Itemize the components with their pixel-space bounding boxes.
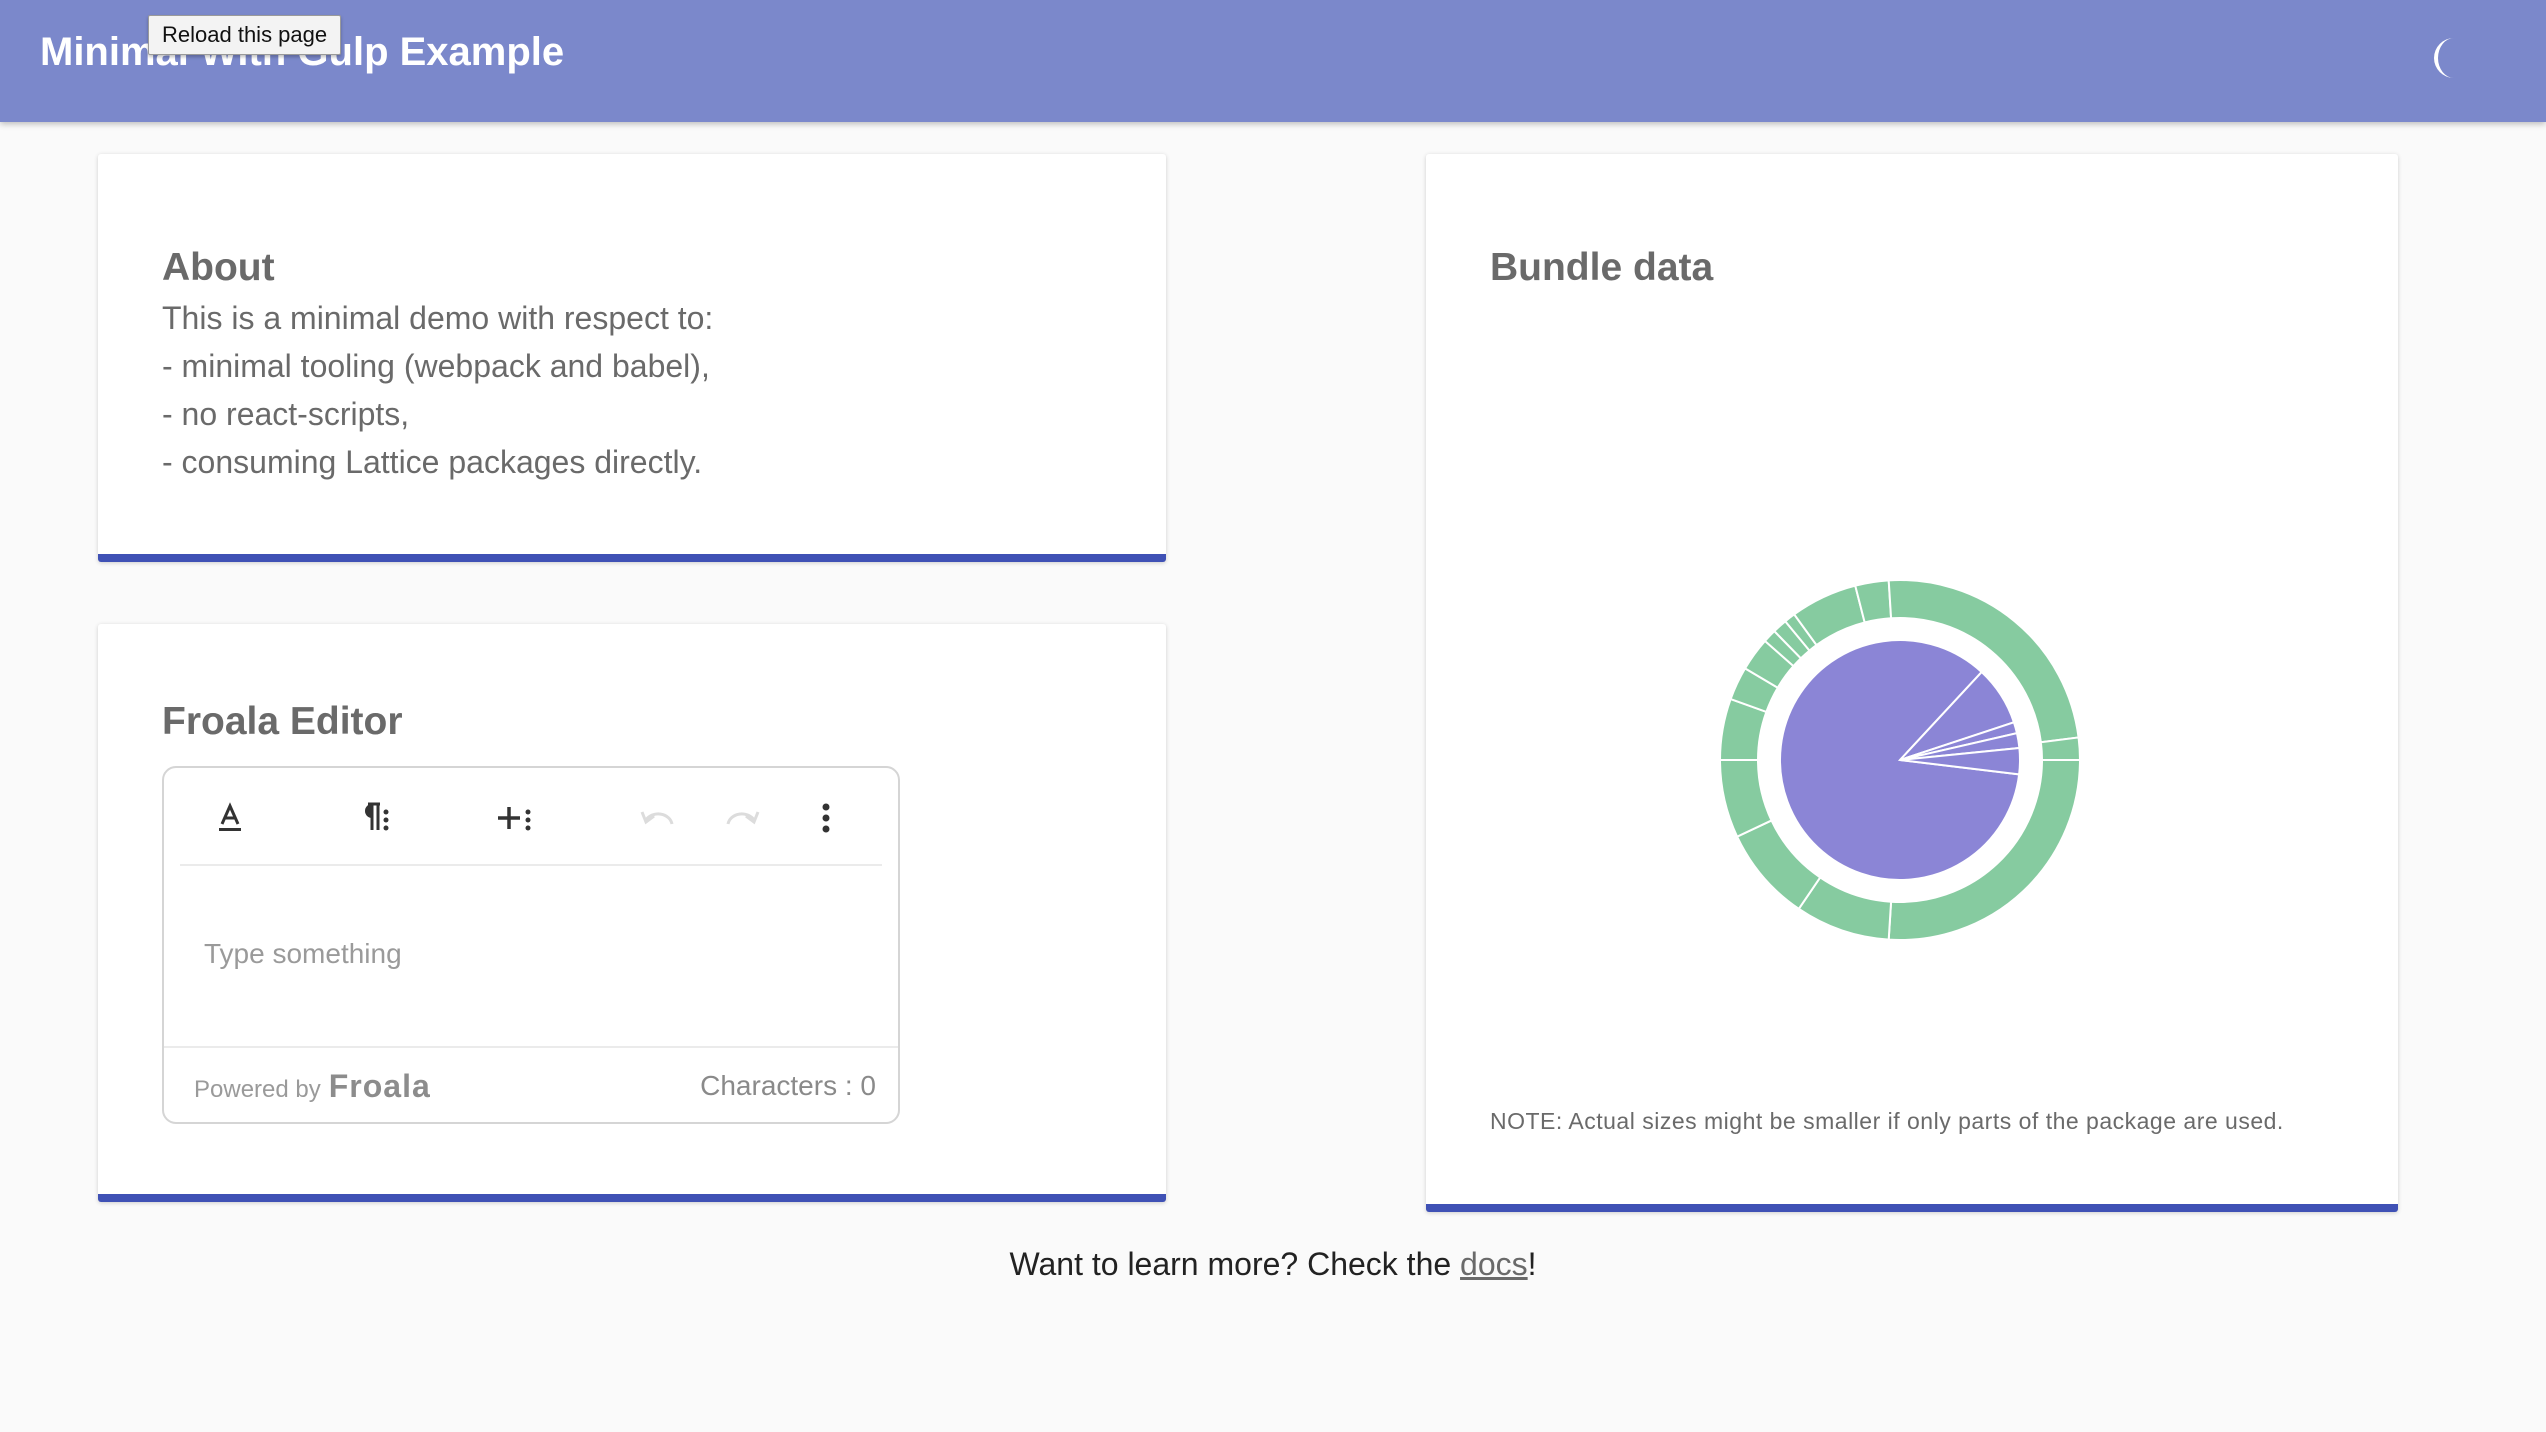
crescent-moon-icon bbox=[2434, 38, 2454, 78]
paragraph-format-button[interactable] bbox=[344, 790, 400, 846]
bundle-card: Bundle data NOTE: Actual sizes might be … bbox=[1426, 154, 2398, 1212]
powered-by-label: Powered by bbox=[194, 1076, 321, 1103]
footer-divider bbox=[164, 1046, 898, 1048]
about-line: - no react-scripts, bbox=[162, 396, 410, 432]
text-color-icon bbox=[219, 802, 241, 831]
about-title: About bbox=[162, 246, 275, 289]
footer-suffix: ! bbox=[1527, 1246, 1537, 1282]
footer-text: Want to learn more? Check the bbox=[1009, 1246, 1461, 1282]
insert-more-icon bbox=[498, 807, 531, 831]
undo-button[interactable] bbox=[630, 790, 686, 846]
more-options-icon bbox=[822, 803, 830, 833]
froala-editor: Type something Powered by Froala Charact… bbox=[162, 766, 900, 1124]
bundle-sunburst-chart[interactable] bbox=[1426, 214, 2398, 1114]
character-count: Characters : 0 bbox=[700, 1070, 876, 1101]
docs-link[interactable]: docs bbox=[1460, 1246, 1528, 1282]
outer-ring-segment[interactable] bbox=[2039, 736, 2082, 761]
outer-ring-segment[interactable] bbox=[1718, 759, 1773, 838]
about-line: This is a minimal demo with respect to: bbox=[162, 300, 714, 336]
insert-more-button[interactable] bbox=[486, 790, 542, 846]
bundle-note: NOTE: Actual sizes might be smaller if o… bbox=[1490, 1108, 2284, 1134]
reload-tooltip: Reload this page bbox=[148, 15, 342, 55]
editor-placeholder: Type something bbox=[204, 938, 402, 969]
text-color-button[interactable] bbox=[202, 790, 258, 846]
redo-icon bbox=[726, 811, 760, 825]
paragraph-format-icon bbox=[365, 802, 389, 831]
editor-card: Froala Editor Type something Powered by … bbox=[98, 624, 1166, 1202]
about-line: - minimal tooling (webpack and babel), bbox=[162, 348, 710, 384]
about-card: About This is a minimal demo with respec… bbox=[98, 154, 1166, 562]
about-line: - consuming Lattice packages directly. bbox=[162, 444, 703, 480]
footer: Want to learn more? Check the docs! bbox=[0, 1246, 2546, 1283]
powered-by[interactable]: Powered by Froala bbox=[194, 1068, 431, 1105]
app-bar: Minimal With Gulp Example Reload this pa… bbox=[0, 0, 2546, 122]
undo-icon bbox=[640, 811, 674, 825]
editor-card-title: Froala Editor bbox=[162, 700, 403, 743]
froala-logo: Froala bbox=[328, 1068, 431, 1104]
editor-text-area[interactable]: Type something bbox=[164, 866, 898, 1046]
redo-button[interactable] bbox=[714, 790, 770, 846]
theme-toggle-button[interactable] bbox=[2430, 30, 2484, 86]
more-options-button[interactable] bbox=[798, 790, 854, 846]
